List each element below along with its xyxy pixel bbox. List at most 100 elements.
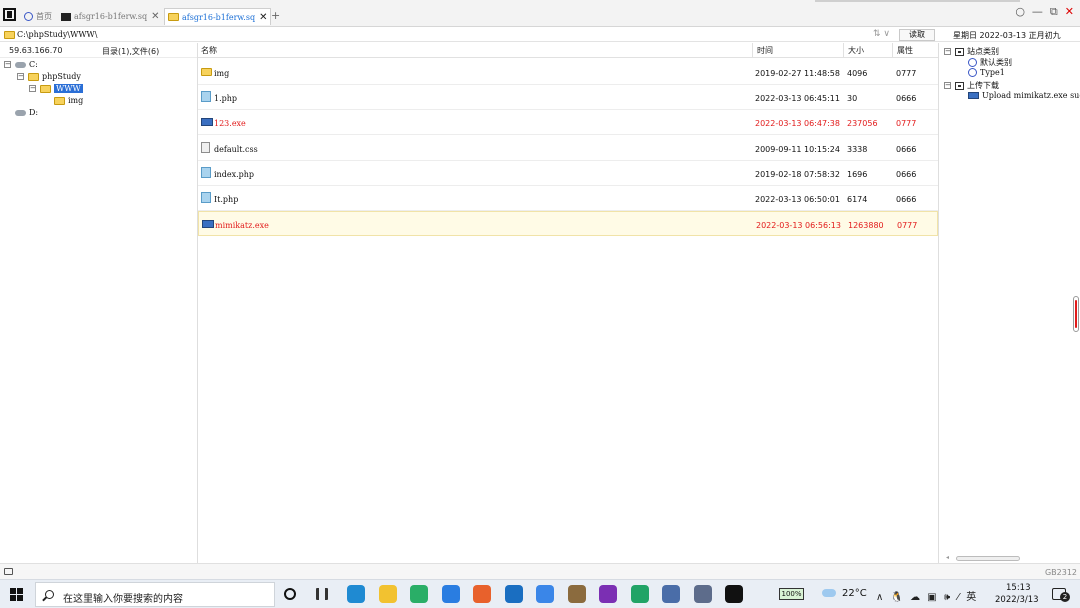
title-bar: 首页 afsgr16-b1ferw.sq ✕ afsgr16-b1ferw.sq… (0, 0, 1080, 27)
antsword-icon[interactable] (725, 585, 743, 603)
transfer-label: Upload mimikatz.exe suc (982, 91, 1080, 100)
file-size: 3338 (847, 144, 868, 154)
clock-time[interactable]: 15:13 (1006, 583, 1031, 593)
category-icon (955, 81, 964, 90)
collapse-icon[interactable]: − (944, 82, 951, 89)
firefox-icon[interactable] (473, 585, 491, 603)
category-sites[interactable]: − 站点类别 (944, 46, 999, 57)
close-icon[interactable]: ✕ (259, 12, 267, 23)
file-row[interactable]: img 2019-02-27 11:48:58 4096 0777 (198, 60, 938, 85)
system-tray: 100% 22°C ∧ 🐧 ☁ ▣ 🕪 ⁄ 英 15:13 2022/3/13 … (766, 580, 1080, 608)
tab-terminal[interactable]: afsgr16-b1ferw.sq ✕ (58, 8, 162, 25)
folder-icon (4, 31, 15, 39)
file-row[interactable]: index.php 2019-02-18 07:58:32 1696 0666 (198, 161, 938, 186)
file-list-header: 名称 时间 大小 属性 (198, 43, 938, 58)
vertical-scrollbar[interactable] (1073, 296, 1079, 332)
task-view-icon[interactable] (284, 588, 296, 600)
l-app-icon[interactable] (441, 585, 460, 603)
php-file-icon (201, 166, 211, 178)
file-row[interactable]: It.php 2022-03-13 06:50:01 6174 0666 (198, 186, 938, 211)
battery-indicator[interactable]: 100% (779, 588, 804, 600)
notification-icon[interactable]: 2 (1052, 588, 1070, 602)
onenote-icon[interactable] (599, 585, 617, 603)
column-attr[interactable]: 属性 (897, 45, 913, 57)
scroll-thumb[interactable] (956, 556, 1020, 561)
site-category-panel: − 站点类别 默认类别 Type1 − 上传下载 Upload mimikatz… (940, 43, 1080, 563)
wechat-icon[interactable] (410, 585, 428, 603)
directory-tree-panel: 59.63.166.70 目录(1),文件(6) − C: − phpStudy… (0, 43, 198, 563)
scroll-left-icon[interactable]: ◂ (946, 554, 949, 561)
collapse-icon[interactable]: − (29, 85, 36, 92)
category-label: 上传下载 (967, 81, 999, 90)
minimize-button[interactable]: — (1032, 5, 1043, 19)
add-tab-button[interactable]: + (271, 9, 280, 22)
file-row[interactable]: 1.php 2022-03-13 06:45:11 30 0666 (198, 85, 938, 111)
transfer-task[interactable]: Upload mimikatz.exe suc (968, 91, 1080, 100)
tree-node-label: WWW (54, 84, 83, 93)
column-time[interactable]: 时间 (757, 45, 773, 57)
css-file-icon (201, 141, 210, 153)
file-row[interactable]: default.css 2009-09-11 10:15:24 3338 0666 (198, 136, 938, 161)
tree-node-c[interactable]: − C: (4, 60, 38, 69)
category-default[interactable]: 默认类别 (968, 57, 1012, 68)
file-list-panel: 名称 时间 大小 属性 img 2019-02-27 11:48:58 4096 07… (198, 43, 939, 563)
horizontal-scrollbar[interactable]: ◂ (946, 554, 1076, 562)
multitask-icon[interactable] (315, 588, 328, 600)
folder-icon (54, 96, 65, 105)
circle-icon[interactable]: ○ (1015, 5, 1025, 19)
category-label: 默认类别 (980, 58, 1012, 67)
file-name: 1.php (214, 94, 238, 104)
folder-icon (40, 84, 51, 93)
folder-icon (201, 68, 212, 76)
mail-icon[interactable] (504, 585, 523, 603)
notification-count: 2 (1060, 592, 1070, 602)
file-time: 2022-03-13 06:56:13 (756, 221, 841, 231)
close-window-button[interactable]: ✕ (1065, 5, 1074, 19)
restore-button[interactable]: ⧉ (1050, 5, 1058, 19)
column-size[interactable]: 大小 (848, 45, 864, 57)
folder-icon (168, 13, 179, 21)
console-icon[interactable] (4, 568, 13, 575)
file-explorer-icon[interactable] (378, 585, 397, 603)
column-name[interactable]: 名称 (201, 45, 217, 57)
tree-node-www[interactable]: − WWW (29, 84, 83, 93)
tree-node-label: phpStudy (42, 72, 81, 81)
address-bar: C:\phpStudy\WWW\ ⇅ ∨ 读取 星期日 2022-03-13 正… (0, 28, 1080, 42)
edge-icon[interactable] (347, 585, 365, 603)
pycharm-icon[interactable] (630, 585, 649, 603)
encoding-label[interactable]: GB2312 (1045, 568, 1077, 577)
tree-node-phpstudy[interactable]: − phpStudy (17, 72, 81, 81)
collapse-icon[interactable]: − (4, 61, 11, 68)
tree-node-img[interactable]: img (54, 96, 83, 105)
temperature[interactable]: 22°C (842, 588, 867, 599)
network-icon[interactable] (693, 585, 712, 603)
disk-icon[interactable] (567, 585, 586, 603)
path-input[interactable]: C:\phpStudy\WWW\ (17, 30, 97, 39)
tree-node-d[interactable]: D: (15, 108, 38, 117)
start-button[interactable] (10, 588, 23, 601)
tab-file-manager[interactable]: afsgr16-b1ferw.sq ✕ (164, 8, 272, 25)
clock-date[interactable]: 2022/3/13 (995, 595, 1039, 605)
collapse-icon[interactable]: − (17, 73, 24, 80)
globe-icon (24, 12, 33, 21)
file-row[interactable]: mimikatz.exe 2022-03-13 06:56:13 1263880 07… (198, 211, 938, 237)
tab-home[interactable]: 首页 (21, 8, 55, 25)
file-row[interactable]: 123.exe 2022-03-13 06:47:38 237056 0777 (198, 110, 938, 136)
app-logo-icon (3, 8, 16, 21)
tree-node-label: img (68, 96, 84, 105)
tray-icons[interactable]: ∧ 🐧 ☁ ▣ 🕪 ⁄ 英 (876, 588, 978, 603)
weather-icon[interactable] (822, 589, 836, 597)
close-icon[interactable]: ✕ (151, 11, 159, 22)
category-type1[interactable]: Type1 (968, 68, 1005, 77)
file-attr: 0777 (896, 69, 917, 78)
category-transfers[interactable]: − 上传下载 (944, 80, 999, 91)
php-file-icon (201, 91, 211, 103)
taskbar-search[interactable]: 在这里输入你要搜索的内容 (35, 582, 275, 607)
path-history-dropdown[interactable]: ⇅ ∨ (873, 29, 890, 39)
category-label: Type1 (980, 68, 1005, 77)
vmware-icon[interactable] (662, 585, 680, 603)
collapse-icon[interactable]: − (944, 48, 951, 55)
drive-icon (15, 61, 26, 68)
read-button[interactable]: 读取 (899, 29, 935, 41)
k-app-icon[interactable] (536, 585, 554, 603)
